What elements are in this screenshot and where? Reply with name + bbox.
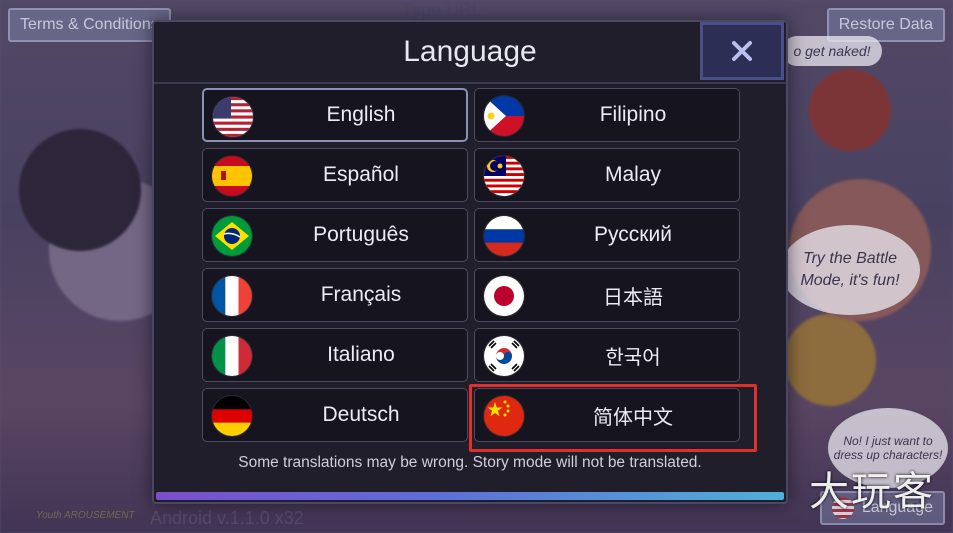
language-label: Deutsch	[322, 403, 400, 426]
language-label: 日本語	[603, 284, 663, 309]
studio-logo-text: Youth AROUSEMENT	[36, 510, 135, 521]
us-flag-icon	[212, 96, 254, 138]
language-label: Filipino	[599, 103, 667, 126]
dialog-title: Language	[403, 35, 537, 68]
korea-flag-icon	[483, 335, 525, 377]
language-label: Português	[313, 223, 409, 246]
speech-bubble-battle: Try the Battle Mode, it's fun!	[780, 225, 920, 315]
italy-flag-icon	[211, 335, 253, 377]
version-text: Android v.1.1.0 x32	[150, 508, 304, 528]
language-label: 简体中文	[593, 404, 673, 429]
terms-conditions-button[interactable]: Terms & Conditions	[8, 8, 171, 42]
close-button[interactable]	[700, 22, 784, 80]
spain-flag-icon	[211, 155, 253, 197]
brazil-flag-icon	[211, 215, 253, 257]
france-flag-icon	[211, 275, 253, 317]
germany-flag-icon	[211, 395, 253, 437]
japan-flag-icon	[483, 275, 525, 317]
language-option-korean[interactable]: 한국어	[474, 328, 740, 382]
language-option-deutsch[interactable]: Deutsch	[202, 388, 468, 442]
malaysia-flag-icon	[483, 155, 525, 197]
type-url-text: Type URL:	[402, 0, 488, 20]
translation-note: Some translations may be wrong. Story mo…	[238, 454, 702, 471]
language-label: Français	[320, 283, 402, 306]
language-option-espanol[interactable]: Español	[202, 148, 468, 202]
language-option-filipino[interactable]: Filipino	[474, 88, 740, 142]
dialog-header: Language	[154, 22, 786, 84]
language-option-italiano[interactable]: Italiano	[202, 328, 468, 382]
language-label: English	[326, 103, 396, 126]
language-grid: English Filipino Español Malay Português…	[202, 88, 742, 442]
language-label: Русский	[594, 223, 672, 246]
language-label: Español	[323, 163, 399, 186]
language-option-japanese[interactable]: 日本語	[474, 268, 740, 322]
dialog-bottom-bar	[156, 492, 784, 500]
language-option-russian[interactable]: Русский	[474, 208, 740, 262]
language-option-portugues[interactable]: Português	[202, 208, 468, 262]
close-icon	[732, 41, 752, 61]
china-flag-icon	[483, 395, 525, 437]
watermark-text: 大玩客	[809, 469, 935, 515]
language-option-malay[interactable]: Malay	[474, 148, 740, 202]
language-label: Italiano	[327, 343, 395, 366]
russia-flag-icon	[483, 215, 525, 257]
language-label: Malay	[604, 163, 662, 186]
language-option-simplified-chinese[interactable]: 简体中文	[474, 388, 740, 442]
philippines-flag-icon	[483, 95, 525, 137]
language-option-english[interactable]: English	[202, 88, 468, 142]
language-option-francais[interactable]: Français	[202, 268, 468, 322]
language-dialog: Language English Filipino Español Malay …	[152, 20, 788, 504]
speech-bubble-naked: o get naked!	[782, 36, 882, 66]
language-label: 한국어	[605, 344, 661, 369]
